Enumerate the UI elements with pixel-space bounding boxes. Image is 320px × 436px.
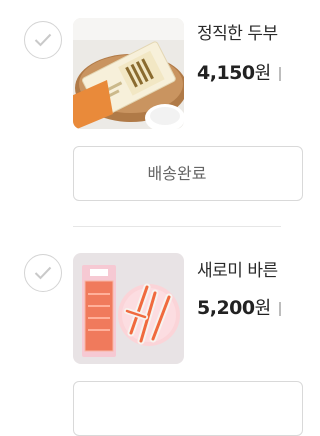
check-icon xyxy=(34,33,52,47)
product-name[interactable]: 새로미 바른 xyxy=(197,256,278,281)
select-checkbox[interactable] xyxy=(24,21,62,59)
product-thumbnail[interactable] xyxy=(73,253,184,364)
price-currency: 원 xyxy=(254,298,272,319)
item-divider xyxy=(73,226,281,227)
delivery-status-button[interactable]: 배송완료 xyxy=(73,146,303,201)
product-name[interactable]: 정직한 두부 xyxy=(197,19,278,44)
price-separator xyxy=(278,301,281,316)
price-currency: 원 xyxy=(254,63,272,84)
product-thumbnail[interactable] xyxy=(73,18,184,129)
product-price: 5,200원 xyxy=(197,294,281,320)
price-separator xyxy=(278,66,281,81)
price-amount: 5,200 xyxy=(197,297,255,319)
delivery-status-button[interactable] xyxy=(73,381,303,436)
tofu-package-photo xyxy=(73,18,184,129)
check-icon xyxy=(34,266,52,280)
select-checkbox[interactable] xyxy=(24,254,62,292)
crab-stick-package-photo xyxy=(73,253,184,364)
price-amount: 4,150 xyxy=(197,62,255,84)
product-price: 4,150원 xyxy=(197,59,281,85)
